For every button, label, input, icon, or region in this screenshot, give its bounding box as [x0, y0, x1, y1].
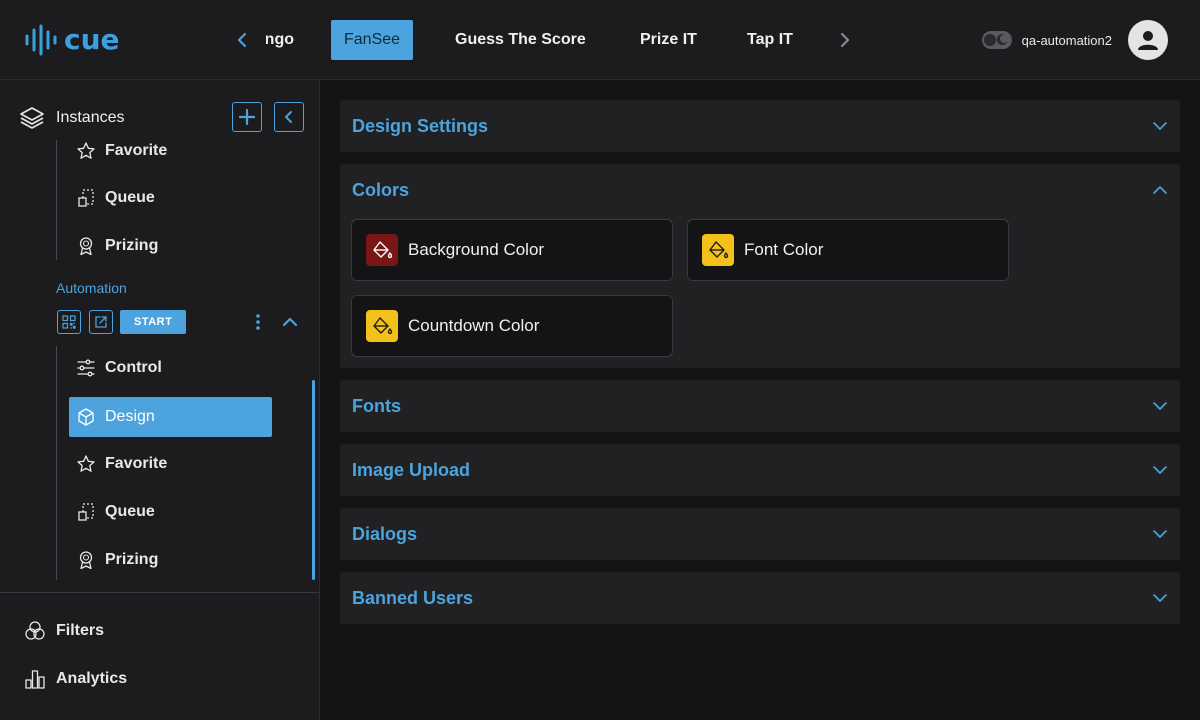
section-title: Dialogs	[352, 523, 418, 544]
color-swatch	[702, 234, 734, 266]
section-design-settings: Design Settings	[340, 100, 1180, 152]
add-instance-button[interactable]	[232, 102, 262, 132]
username: qa-automation2	[1021, 32, 1112, 48]
tab-tap-it[interactable]: Tap IT	[747, 20, 793, 60]
chevron-down-icon	[1153, 402, 1167, 410]
sidebar-item-favorite[interactable]: Favorite	[69, 444, 272, 484]
sidebar-scrollbar[interactable]	[312, 380, 315, 580]
qr-code-button[interactable]	[57, 310, 81, 334]
sidebar-item-queue[interactable]: Queue	[69, 492, 272, 532]
section-image-upload: Image Upload	[340, 444, 1180, 496]
user-area: qa-automation2	[981, 20, 1168, 60]
section-dialogs: Dialogs	[340, 508, 1180, 560]
star-icon	[75, 453, 97, 475]
section-header[interactable]: Fonts	[340, 380, 1180, 432]
tree-line	[56, 346, 57, 580]
chevron-left-icon	[237, 32, 247, 48]
start-button[interactable]: START	[120, 310, 187, 334]
countdown-color-picker[interactable]: Countdown Color	[351, 295, 673, 357]
sidebar-item-design[interactable]: Design	[69, 397, 272, 437]
more-options-button[interactable]	[250, 312, 266, 332]
analytics-icon	[24, 668, 46, 690]
avatar[interactable]	[1128, 20, 1168, 60]
sidebar-title: Instances	[56, 109, 125, 126]
chevron-right-icon	[840, 32, 850, 48]
tab-prize-it[interactable]: Prize IT	[640, 20, 697, 60]
paint-bucket-icon	[373, 241, 393, 259]
section-fonts: Fonts	[340, 380, 1180, 432]
sidebar-divider	[0, 592, 319, 593]
section-header[interactable]: Dialogs	[340, 508, 1180, 560]
sidebar: Instances Favorite Queue Prizing Automat…	[0, 80, 320, 720]
tabs-next-button[interactable]	[831, 20, 859, 60]
section-header[interactable]: Design Settings	[340, 100, 1180, 152]
sidebar-header: Instances	[18, 102, 308, 134]
toggle-knob	[983, 34, 996, 46]
star-icon	[75, 140, 97, 162]
soundwave-icon	[25, 24, 57, 56]
top-bar: cue ngo FanSee Guess The Score Prize IT …	[0, 0, 1200, 80]
section-title: Colors	[352, 179, 410, 200]
sidebar-item-favorite-upper[interactable]: Favorite	[69, 140, 272, 171]
chevron-left-icon	[285, 111, 292, 123]
sidebar-item-analytics[interactable]: Analytics	[24, 663, 127, 695]
section-banned-users: Banned Users	[340, 572, 1180, 624]
layers-icon	[20, 107, 44, 129]
section-colors: Colors Background Color Font Color Count…	[340, 164, 1180, 368]
section-header[interactable]: Colors	[340, 164, 1180, 216]
game-tabs: ngo FanSee Guess The Score Prize IT Tap …	[228, 20, 860, 60]
plus-icon	[239, 109, 255, 125]
chevron-down-icon	[1153, 530, 1167, 538]
chevron-down-icon	[1153, 122, 1167, 130]
external-link-icon	[95, 316, 107, 328]
sidebar-nav[interactable]: Favorite Queue Prizing Automation START	[0, 140, 320, 590]
section-header[interactable]: Image Upload	[340, 444, 1180, 496]
tab-partial[interactable]: ngo	[266, 20, 294, 60]
sidebar-item-control[interactable]: Control	[69, 348, 272, 388]
section-header[interactable]: Banned Users	[340, 572, 1180, 624]
tree-line	[56, 140, 57, 260]
section-title: Image Upload	[352, 459, 471, 480]
chevron-down-icon	[1153, 466, 1167, 474]
design-icon	[75, 406, 97, 428]
queue-icon	[75, 187, 97, 209]
queue-icon	[75, 501, 97, 523]
sidebar-item-queue-upper[interactable]: Queue	[69, 178, 272, 218]
open-external-button[interactable]	[89, 310, 113, 334]
theme-toggle[interactable]	[981, 31, 1012, 49]
tab-fansee[interactable]: FanSee	[331, 20, 414, 60]
section-title: Banned Users	[352, 587, 474, 608]
chevron-up-icon	[1153, 186, 1167, 194]
logo-text: cue	[64, 23, 120, 56]
paint-bucket-icon	[709, 241, 729, 259]
award-icon	[75, 235, 97, 257]
color-swatch	[366, 310, 398, 342]
collapse-group-button[interactable]	[280, 312, 300, 332]
tabs-prev-button[interactable]	[228, 20, 256, 60]
sidebar-item-filters[interactable]: Filters	[24, 615, 104, 647]
cue-logo[interactable]: cue	[24, 24, 120, 56]
sliders-icon	[75, 357, 97, 379]
moon-icon	[996, 34, 1008, 46]
collapse-sidebar-button[interactable]	[274, 102, 304, 132]
font-color-picker[interactable]: Font Color	[687, 219, 1009, 281]
chevron-down-icon	[1153, 594, 1167, 602]
more-vertical-icon	[256, 314, 260, 330]
sidebar-item-prizing[interactable]: Prizing	[69, 540, 272, 580]
section-title: Fonts	[352, 395, 401, 416]
paint-bucket-icon	[373, 317, 393, 335]
filters-icon	[24, 620, 46, 642]
tab-guess-the-score[interactable]: Guess The Score	[455, 20, 586, 60]
color-swatch	[366, 234, 398, 266]
section-title: Design Settings	[352, 115, 489, 136]
qr-code-icon	[62, 315, 76, 329]
chevron-up-icon	[282, 317, 298, 327]
background-color-picker[interactable]: Background Color	[351, 219, 673, 281]
award-icon	[75, 549, 97, 571]
user-icon	[1138, 31, 1158, 50]
instance-label-automation[interactable]: Automation	[56, 280, 127, 296]
sidebar-item-prizing-upper[interactable]: Prizing	[69, 226, 272, 266]
